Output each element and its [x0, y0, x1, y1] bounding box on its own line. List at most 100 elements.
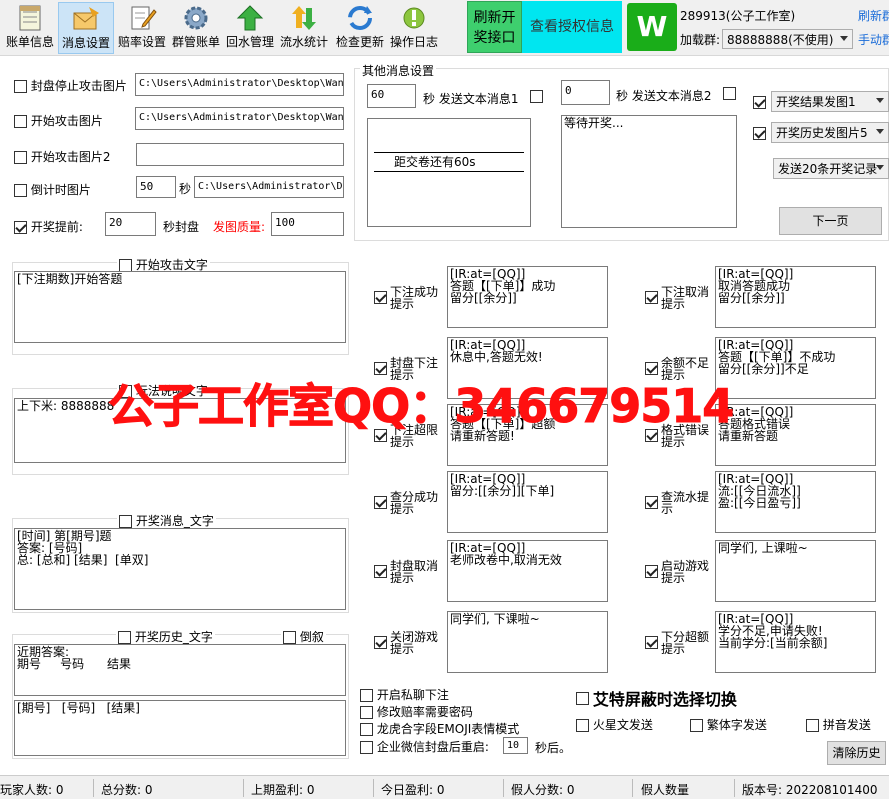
tip-text-area[interactable]: [IR:at=[QQ]] 答题格式错误 请重新答题 — [715, 404, 876, 466]
toolbar-message-settings-button[interactable]: 消息设置 — [58, 2, 114, 54]
toolbar-ledger-label: 账单信息 — [5, 35, 54, 49]
draw-ahead-unit: 秒封盘 — [163, 220, 200, 234]
app-logo: W — [627, 3, 677, 51]
tip-text-area[interactable]: 同学们, 上课啦~ — [715, 540, 876, 602]
toolbar-rebate-label: 回水管理 — [225, 35, 274, 49]
draw-ahead-seconds-input[interactable]: 20 — [105, 212, 156, 236]
toolbar-rebate-button[interactable]: 回水管理 — [222, 2, 278, 54]
tip-checkbox[interactable] — [645, 495, 658, 509]
clear-history-button[interactable]: 清除历史 — [827, 741, 886, 765]
next-page-button[interactable]: 下一页 — [779, 207, 882, 235]
refresh-draw-api-button[interactable]: 刷新开 奖接口 — [467, 1, 522, 53]
draw-history-checkbox[interactable]: 开奖历史_文字 — [116, 628, 215, 645]
countdown-seconds-input[interactable]: 50 — [136, 176, 176, 198]
odds-password-checkbox[interactable]: 修改赔率需要密码 — [360, 703, 473, 720]
traditional-checkbox[interactable]: 繁体字发送 — [690, 716, 767, 733]
tip-checkbox[interactable] — [374, 564, 387, 578]
send-records-select[interactable]: 发送20条开奖记录 — [773, 158, 889, 179]
msg2-text-area[interactable]: 等待开奖... — [561, 115, 737, 228]
countdown-img-checkbox[interactable]: 倒计时图片 — [14, 181, 91, 198]
draw-msg-text-area[interactable]: [时间] 第[期号]题 答案: [号码] 总: [总和] [结果] [单双] — [14, 528, 346, 610]
msg1-label: 秒 发送文本消息1 — [423, 92, 519, 106]
draw-result-img-select[interactable]: 开奖结果发图1 — [771, 91, 889, 112]
image-quality-input[interactable]: 100 — [271, 212, 344, 236]
load-group-select[interactable]: 88888888(不使用) — [722, 29, 853, 49]
reverse-order-checkbox[interactable]: 倒叙 — [281, 628, 326, 645]
view-auth-info-button[interactable]: 查看授权信息 — [522, 1, 622, 53]
draw-history-img-select[interactable]: 开奖历史发图片5 — [771, 122, 889, 143]
draw-history-img-checkbox[interactable] — [753, 126, 766, 140]
refresh-icon — [348, 6, 372, 30]
image-quality-label: 发图质量: — [213, 220, 266, 234]
msg1-checkbox[interactable] — [530, 89, 543, 103]
toolbar-check-update-button[interactable]: 检查更新 — [332, 2, 388, 54]
account-label: 289913(公子工作室) — [680, 9, 796, 23]
tip-checkbox[interactable] — [645, 564, 658, 578]
start-attack-text-area[interactable]: [下注期数]开始答题 — [14, 271, 346, 343]
start-attack-img-checkbox[interactable]: 开始攻击图片 — [14, 112, 103, 129]
wechat-restart-checkbox[interactable]: 企业微信封盘后重启: — [360, 738, 489, 755]
tip-text-area[interactable]: [IR:at=[QQ]] 答题【[下单]】成功 留分[[余分]] — [447, 266, 608, 328]
load-group-value: 88888888(不使用) — [727, 33, 834, 47]
toolbar-odds-button[interactable]: 赔率设置 — [114, 2, 170, 54]
chevron-down-icon — [840, 36, 848, 41]
toolbar-log-label: 操作日志 — [389, 35, 438, 49]
draw-history-row-area[interactable]: [期号] [号码] [结果] — [14, 700, 346, 756]
tip-checkbox[interactable] — [374, 290, 387, 304]
tip-checkbox[interactable] — [374, 635, 387, 649]
tip-text-area[interactable]: 同学们, 下课啦~ — [447, 611, 608, 673]
toolbar-log-button[interactable]: 操作日志 — [386, 2, 442, 54]
gear-icon — [184, 6, 208, 30]
toolbar-group-bill-button[interactable]: 群管账单 — [168, 2, 224, 54]
start-attack-img-path[interactable]: C:\Users\Administrator\Desktop\Wan — [135, 107, 344, 130]
status-bar: 玩家人数: 0 总分数: 0 上期盈利: 0 今日盈利: 0 假人分数: 0 假… — [0, 775, 889, 799]
msg1-text-area[interactable]: 距交卷还有60s — [367, 118, 531, 227]
tip-text-area[interactable]: [IR:at=[QQ]] 老师改卷中,取消无效 — [447, 540, 608, 602]
tip-checkbox[interactable] — [645, 635, 658, 649]
start-attack-img2-checkbox[interactable]: 开始攻击图片2 — [14, 148, 110, 165]
draw-msg-checkbox[interactable]: 开奖消息_文字 — [117, 512, 216, 529]
load-group-label: 加载群: — [680, 33, 721, 47]
refresh-group-link[interactable]: 刷新群 — [858, 7, 889, 24]
total-score: 总分数: 0 — [101, 783, 153, 797]
tip-text-area[interactable]: [IR:at=[QQ]] 学分不足,申请失败! 当前学分:[当前余额] — [715, 611, 876, 673]
toolbar-flow-stats-button[interactable]: 流水统计 — [276, 2, 332, 54]
msg2-checkbox[interactable] — [723, 86, 736, 100]
restart-seconds-input[interactable]: 10 — [503, 737, 528, 754]
tip-text-area[interactable]: [IR:at=[QQ]] 取消答题成功 留分[[余分]] — [715, 266, 876, 328]
restart-unit-label: 秒后。 — [535, 741, 572, 755]
last-period-profit: 上期盈利: 0 — [251, 783, 315, 797]
toolbar-flow-label: 流水统计 — [279, 35, 328, 49]
msg1-content: 距交卷还有60s — [374, 152, 524, 172]
tip-label: 关闭游戏 提示 — [390, 630, 439, 656]
toolbar-odds-label: 赔率设置 — [117, 35, 166, 49]
manual-group-link[interactable]: 手动群 — [858, 31, 889, 48]
tip-label: 启动游戏 提示 — [661, 559, 710, 585]
tip-label: 下注取消 提示 — [661, 285, 710, 311]
emoji-mode-checkbox[interactable]: 龙虎合字段EMOJI表情模式 — [360, 720, 519, 737]
seal-stop-img-path[interactable]: C:\Users\Administrator\Desktop\Wan — [135, 73, 344, 96]
draw-result-img-checkbox[interactable] — [753, 95, 766, 109]
toolbar-ledger-button[interactable]: 账单信息 — [2, 2, 58, 54]
start-attack-img2-path[interactable] — [136, 143, 344, 166]
msg2-seconds-input[interactable]: 0 — [561, 80, 610, 105]
toolbar: 账单信息 消息设置 赔率设置 群管账单 回水管理 流水统计 检查更新 操作日志 … — [0, 0, 889, 56]
tip-text-area[interactable]: [IR:at=[QQ]] 流:[[今日流水]] 盈:[[今日盈亏]] — [715, 471, 876, 533]
other-msg-title: 其他消息设置 — [360, 62, 437, 79]
private-bet-checkbox[interactable]: 开启私聊下注 — [360, 686, 449, 703]
tip-text-area[interactable]: [IR:at=[QQ]] 留分:[[余分]][下单] — [447, 471, 608, 533]
tip-checkbox[interactable] — [645, 290, 658, 304]
draw-history-header-area[interactable]: 近期答案: 期号 号码 结果 — [14, 644, 346, 696]
tip-label: 查分成功 提示 — [390, 490, 439, 516]
martian-checkbox[interactable]: 火星文发送 — [576, 716, 653, 733]
at-shield-checkbox[interactable]: 艾特屏蔽时选择切换 — [576, 686, 737, 710]
msg1-seconds-input[interactable]: 60 — [367, 84, 416, 108]
tip-checkbox[interactable] — [374, 495, 387, 509]
watermark-text: 公子工作室QQ：346679514 — [107, 379, 734, 434]
tip-text-area[interactable]: [IR:at=[QQ]] 答题【[下单]】不成功 留分[[余分]]不足 — [715, 337, 876, 399]
toolbar-message-label: 消息设置 — [61, 36, 110, 50]
seal-stop-img-checkbox[interactable]: 封盘停止攻击图片 — [14, 77, 127, 94]
draw-ahead-checkbox[interactable]: 开奖提前: — [14, 218, 83, 235]
countdown-img-path[interactable]: C:\Users\Administrator\De — [194, 176, 344, 198]
pinyin-checkbox[interactable]: 拼音发送 — [806, 716, 871, 733]
